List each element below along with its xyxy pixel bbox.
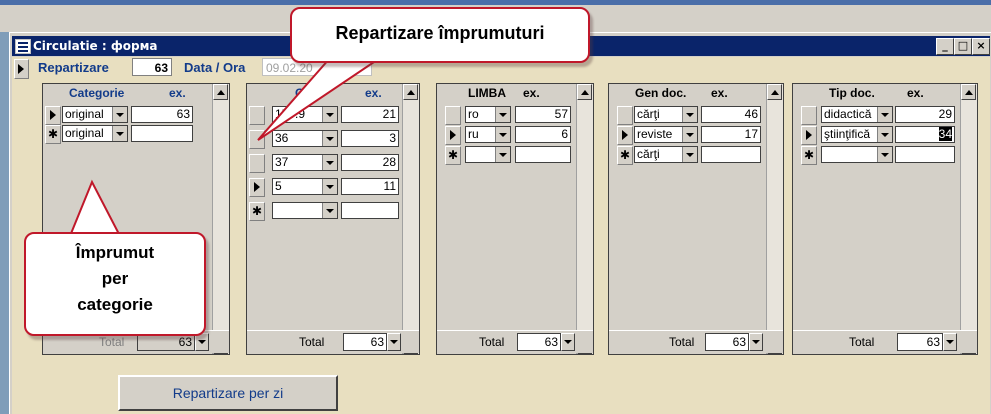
callout-left-pointer: [68, 179, 122, 237]
callout-repartizare-imprumuturi: Repartizare împrumuturi: [290, 7, 590, 63]
callout-top-pointer: [257, 57, 384, 141]
callout-imprumut-per-categorie: Împrumut per categorie: [24, 232, 206, 336]
